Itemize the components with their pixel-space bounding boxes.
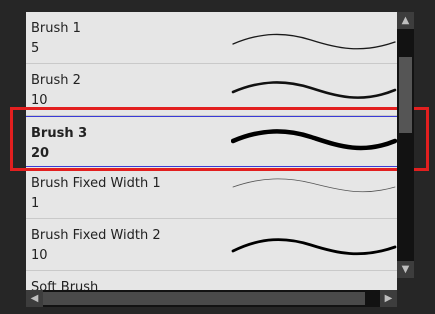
brush-item-brush-1[interactable]: Brush 1 5: [26, 12, 397, 64]
scrollbar-corner: [397, 278, 414, 307]
brush-name: Brush 1: [31, 21, 81, 36]
brush-name: Brush 2: [31, 73, 81, 88]
stroke-preview-hairline: [232, 178, 396, 193]
brush-picker-panel: Brush 1 5 Brush 2 10 Brush 3 20 Brush Fi…: [0, 0, 435, 314]
stroke-preview-soft: [231, 277, 397, 290]
horizontal-scrollbar[interactable]: ◀ ▶: [26, 290, 397, 307]
scroll-right-icon[interactable]: ▶: [380, 290, 397, 307]
brush-size: 10: [31, 93, 48, 108]
brush-item-brush-fixed-width-1[interactable]: Brush Fixed Width 1 1: [26, 167, 397, 219]
vertical-scroll-thumb[interactable]: [399, 57, 412, 133]
brush-size: 20: [31, 146, 50, 161]
scroll-down-icon[interactable]: ▼: [397, 261, 414, 278]
stroke-preview-medium: [231, 81, 397, 99]
brush-name: Brush Fixed Width 2: [31, 228, 161, 243]
brush-size: 10: [31, 248, 48, 263]
brush-name: Brush Fixed Width 1: [31, 176, 161, 191]
brush-name: Soft Brush: [31, 280, 99, 290]
horizontal-scroll-thumb[interactable]: [43, 292, 365, 305]
scroll-left-icon[interactable]: ◀: [26, 290, 43, 307]
scroll-up-icon[interactable]: ▲: [397, 12, 414, 29]
brush-name: Brush 3: [31, 126, 88, 141]
brush-item-brush-2[interactable]: Brush 2 10: [26, 64, 397, 116]
brush-list[interactable]: Brush 1 5 Brush 2 10 Brush 3 20 Brush Fi…: [26, 12, 397, 290]
brush-size: 5: [31, 41, 40, 56]
brush-item-brush-fixed-width-2[interactable]: Brush Fixed Width 2 10: [26, 219, 397, 271]
stroke-preview-thick: [231, 129, 397, 151]
stroke-preview-thin: [232, 33, 396, 50]
brush-item-brush-3[interactable]: Brush 3 20: [26, 116, 397, 167]
brush-item-soft-brush[interactable]: Soft Brush: [26, 271, 397, 290]
brush-size: 1: [31, 196, 40, 211]
vertical-scrollbar[interactable]: ▲ ▼: [397, 12, 414, 278]
stroke-preview-fixed-medium: [231, 238, 397, 256]
